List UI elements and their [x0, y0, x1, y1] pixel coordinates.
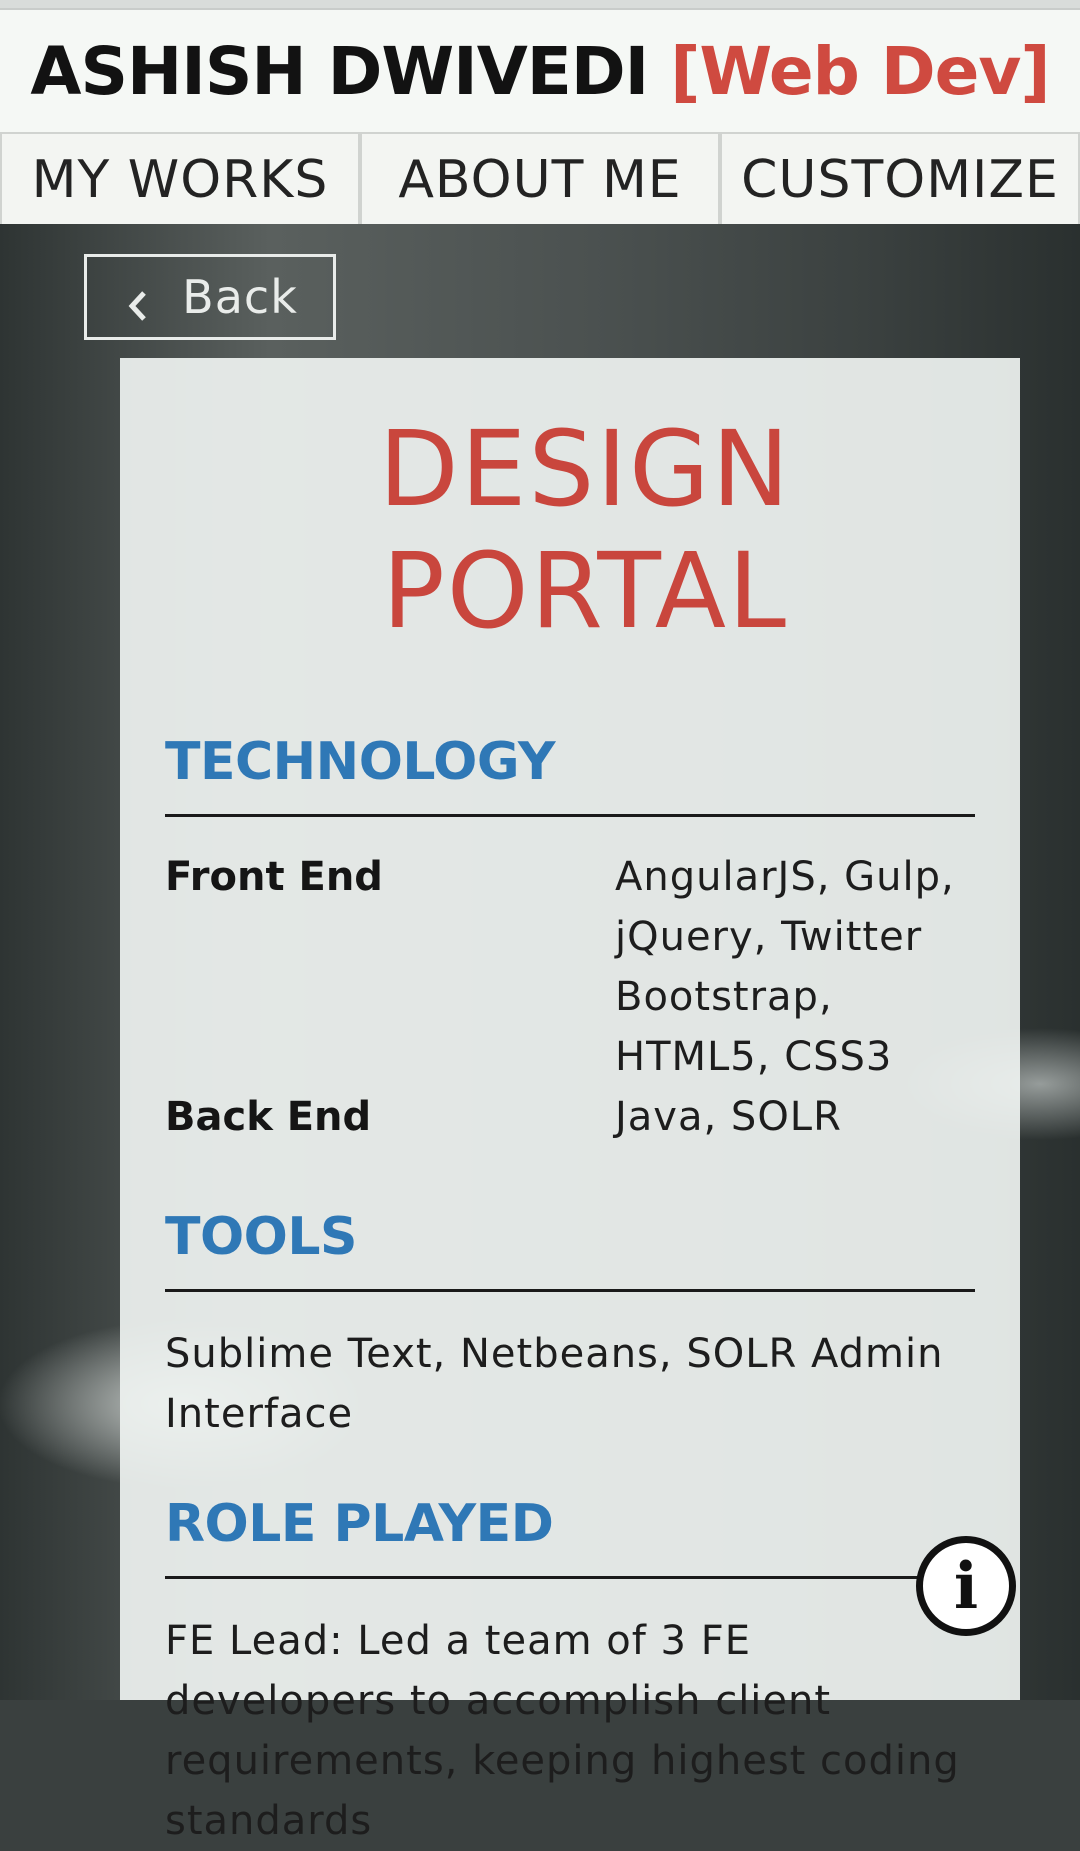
site-title-role: [Web Dev]: [670, 32, 1050, 110]
tech-row-front-end: Front End AngularJS, Gulp, jQuery, Twitt…: [165, 847, 975, 1087]
tab-customize[interactable]: CUSTOMIZE: [720, 134, 1080, 226]
tools-heading: TOOLS: [165, 1207, 975, 1292]
tab-my-works[interactable]: MY WORKS: [0, 134, 360, 226]
tech-value: AngularJS, Gulp, jQuery, Twitter Bootstr…: [615, 854, 955, 1080]
top-border: [0, 0, 1080, 10]
chevron-left-icon: [122, 280, 156, 321]
back-label: Back: [182, 270, 298, 324]
tab-about-me[interactable]: ABOUT ME: [360, 134, 720, 226]
site-title-name: ASHISH DWIVEDI: [30, 32, 649, 110]
project-title: DESIGN PORTAL: [378, 408, 792, 652]
info-icon[interactable]: i: [916, 1536, 1016, 1636]
site-header: ASHISH DWIVEDI [Web Dev]: [0, 10, 1080, 132]
back-button[interactable]: Back: [84, 254, 336, 340]
role-text: FE Lead: Led a team of 3 FE developers t…: [165, 1618, 960, 1844]
tech-value: Java, SOLR: [615, 1094, 842, 1140]
project-card: DESIGN PORTAL TECHNOLOGY Front End Angul…: [120, 358, 1020, 1844]
tech-label: Back End: [165, 1094, 372, 1140]
tech-label: Front End: [165, 854, 383, 900]
tools-text: Sublime Text, Netbeans, SOLR Admin Inter…: [165, 1331, 944, 1437]
role-heading: ROLE PLAYED: [165, 1494, 975, 1579]
technology-heading: TECHNOLOGY: [165, 732, 975, 817]
tech-row-back-end: Back End Java, SOLR: [165, 1087, 975, 1147]
main-nav: MY WORKS ABOUT ME CUSTOMIZE: [0, 132, 1080, 226]
